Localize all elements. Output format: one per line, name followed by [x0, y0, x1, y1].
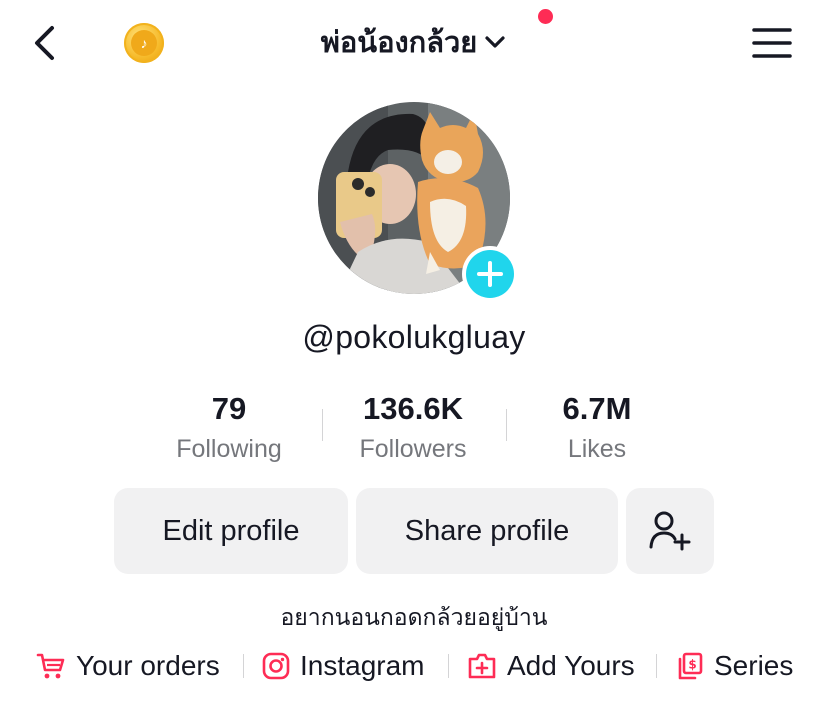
divider [322, 409, 323, 441]
add-friend-button[interactable] [626, 488, 714, 574]
stat-following[interactable]: 79 Following [144, 390, 314, 466]
stat-label: Following [176, 435, 282, 463]
divider [656, 654, 657, 678]
add-yours-link[interactable]: Add Yours [467, 646, 635, 686]
add-avatar-button[interactable] [462, 246, 518, 302]
stat-value: 6.7M [562, 391, 632, 426]
link-label: Instagram [300, 650, 425, 681]
account-switcher[interactable]: พ่อน้องกล้วย [0, 20, 828, 64]
menu-button[interactable] [752, 27, 792, 59]
bio-text: อยากนอนกอดกล้วยอยู่บ้าน [280, 605, 548, 631]
series-icon: $ [678, 652, 703, 680]
edit-profile-button[interactable]: Edit profile [114, 488, 348, 574]
hamburger-icon [752, 28, 792, 58]
page-title: พ่อน้องกล้วย [320, 25, 478, 59]
plus-icon [477, 261, 503, 287]
svg-text:$: $ [688, 658, 696, 672]
stat-likes[interactable]: 6.7M Likes [512, 390, 682, 466]
instagram-icon [262, 652, 290, 680]
link-label: Your orders [76, 650, 220, 681]
cart-icon [36, 653, 65, 679]
share-profile-label: Share profile [404, 514, 570, 547]
edit-profile-label: Edit profile [162, 514, 300, 547]
notification-dot [538, 9, 553, 24]
username: @pokolukgluay [302, 318, 526, 355]
divider [506, 409, 507, 441]
chevron-down-icon [485, 36, 505, 48]
divider [448, 654, 449, 678]
stat-label: Likes [567, 435, 627, 463]
add-user-icon [649, 511, 691, 551]
stat-value: 79 [211, 391, 247, 426]
divider [243, 654, 244, 678]
your-orders-link[interactable]: Your orders [36, 646, 220, 686]
link-label: Add Yours [507, 650, 635, 681]
stat-value: 136.6K [363, 391, 463, 426]
series-link[interactable]: $ Series [676, 646, 793, 686]
stat-label: Followers [359, 435, 467, 463]
add-yours-icon [468, 653, 496, 679]
instagram-link[interactable]: Instagram [262, 646, 425, 686]
share-profile-button[interactable]: Share profile [356, 488, 618, 574]
stat-followers[interactable]: 136.6K Followers [328, 390, 498, 466]
link-label: Series [714, 650, 794, 681]
